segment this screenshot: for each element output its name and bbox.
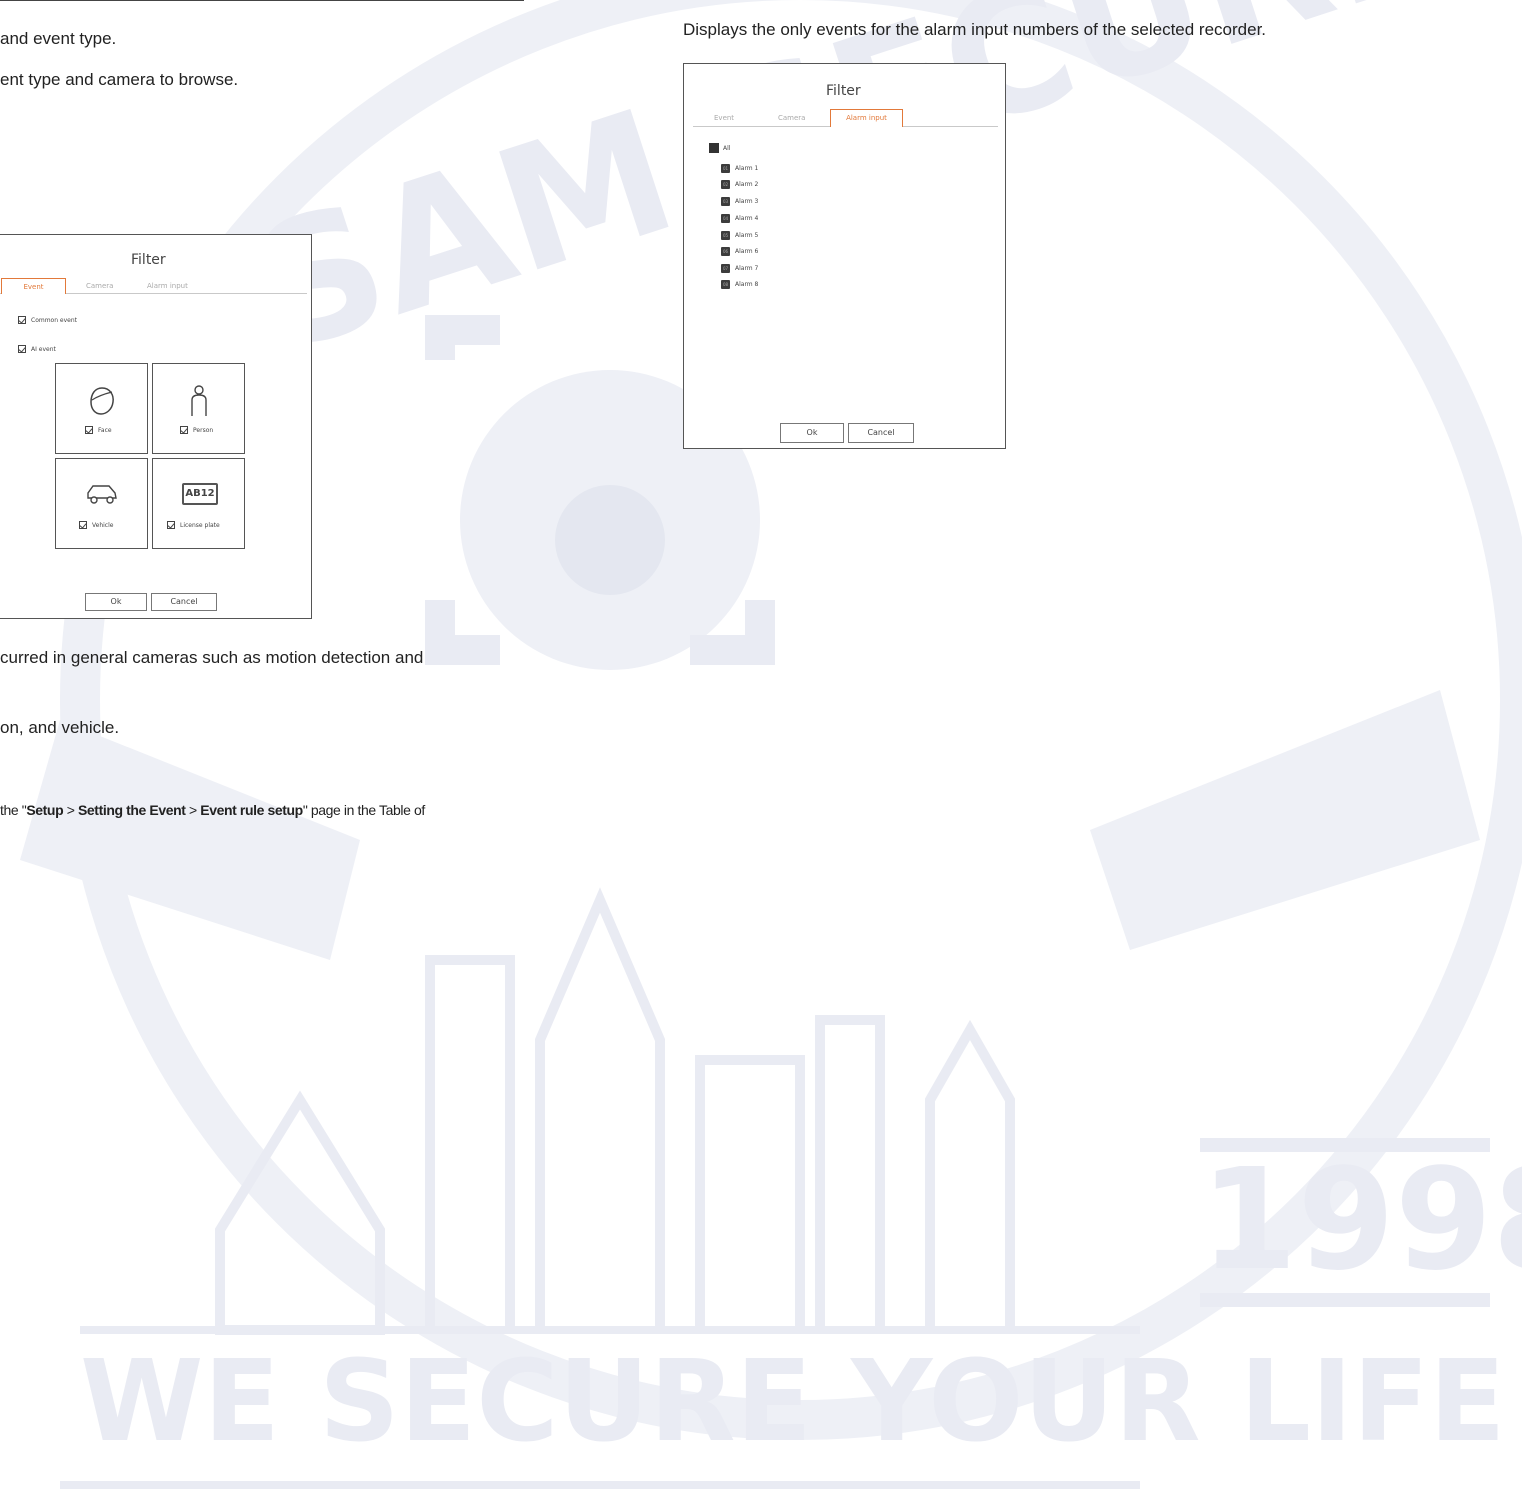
common-event-checkbox[interactable] — [18, 316, 26, 324]
tab-alarm-input[interactable]: Alarm input — [830, 109, 903, 127]
alarm-5-label: Alarm 5 — [735, 232, 759, 239]
tab-event[interactable]: Event — [714, 114, 734, 122]
body-text-line-3: curred in general cameras such as motion… — [0, 648, 424, 667]
vehicle-checkbox[interactable] — [79, 521, 87, 529]
license-plate-icon: AB12 — [182, 483, 218, 505]
tab-camera[interactable]: Camera — [86, 282, 113, 290]
top-rule — [0, 0, 524, 1]
alarm-1-label: Alarm 1 — [735, 165, 759, 172]
alarm-1-checkbox[interactable]: 01 — [721, 164, 730, 173]
person-tile[interactable]: Person — [152, 363, 245, 454]
vehicle-icon — [87, 485, 117, 504]
body-text-line-4: on, and vehicle. — [0, 718, 120, 737]
alarm-6-checkbox[interactable]: 06 — [721, 247, 730, 256]
common-event-label: Common event — [31, 317, 78, 324]
license-plate-label: License plate — [180, 522, 220, 529]
tab-alarm-input[interactable]: Alarm input — [147, 282, 188, 290]
alarm-7-checkbox[interactable]: 07 — [721, 264, 730, 273]
ai-event-label: AI event — [31, 346, 56, 353]
alarm-2-checkbox[interactable]: 02 — [721, 180, 730, 189]
vehicle-tile[interactable]: Vehicle — [55, 458, 148, 549]
person-checkbox[interactable] — [180, 426, 188, 434]
license-plate-checkbox[interactable] — [167, 521, 175, 529]
vehicle-label: Vehicle — [92, 522, 114, 529]
alarm-5-checkbox[interactable]: 05 — [721, 231, 730, 240]
note-setting-event: Setting the Event — [77, 802, 186, 818]
note-suffix: " page in the Table of — [302, 802, 425, 818]
ok-button[interactable]: Ok — [85, 593, 147, 611]
all-checkbox[interactable] — [709, 143, 719, 153]
alarm-4-label: Alarm 4 — [735, 215, 759, 222]
right-caption: Displays the only events for the alarm i… — [683, 20, 1267, 39]
tab-event[interactable]: Event — [1, 278, 66, 294]
all-label: All — [723, 145, 731, 152]
cancel-button[interactable]: Cancel — [151, 593, 217, 611]
face-label: Face — [98, 427, 112, 434]
alarm-4-checkbox[interactable]: 04 — [721, 214, 730, 223]
alarm-3-checkbox[interactable]: 03 — [721, 197, 730, 206]
alarm-7-label: Alarm 7 — [735, 265, 759, 272]
note-sep-2: > — [185, 802, 201, 818]
ai-event-checkbox[interactable] — [18, 345, 26, 353]
person-icon — [191, 385, 207, 416]
ok-button[interactable]: Ok — [780, 423, 844, 443]
alarm-6-label: Alarm 6 — [735, 248, 759, 255]
license-plate-tile[interactable]: AB12 License plate — [152, 458, 245, 549]
note-prefix: the " — [0, 802, 27, 818]
event-filter-dialog: Filter Event Camera Alarm input Common e… — [0, 234, 312, 619]
dialog-title: Filter — [826, 83, 861, 99]
alarm-8-checkbox[interactable]: 08 — [721, 280, 730, 289]
note-setup: Setup — [26, 802, 64, 818]
person-label: Person — [193, 427, 214, 434]
face-icon — [90, 387, 114, 415]
note-sep-1: > — [63, 802, 78, 818]
body-text-line-2: ent type and camera to browse. — [0, 70, 239, 89]
dialog-title: Filter — [131, 252, 166, 268]
face-checkbox[interactable] — [85, 426, 93, 434]
alarm-input-filter-dialog: Filter Event Camera Alarm input All 01 A… — [683, 63, 1006, 449]
body-text-line-1: and event type. — [0, 29, 117, 48]
cancel-button[interactable]: Cancel — [848, 423, 914, 443]
alarm-2-label: Alarm 2 — [735, 181, 759, 188]
face-tile[interactable]: Face — [55, 363, 148, 454]
note-event-rule-setup: Event rule setup — [200, 802, 303, 818]
note-text: the "Setup > Setting the Event > Event r… — [0, 802, 425, 818]
alarm-8-label: Alarm 8 — [735, 281, 759, 288]
alarm-3-label: Alarm 3 — [735, 198, 759, 205]
tab-camera[interactable]: Camera — [778, 114, 805, 122]
